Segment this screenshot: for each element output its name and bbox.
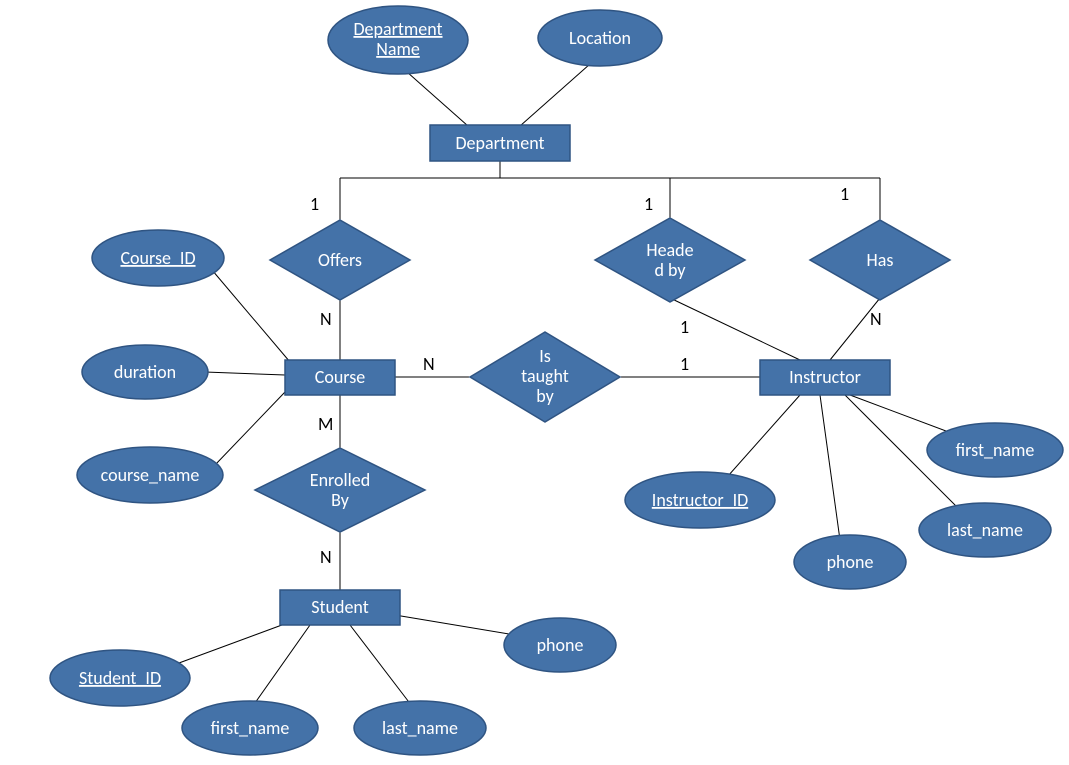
svg-text:By: By [331, 489, 350, 511]
attr-course-id: Course_ID [92, 230, 224, 286]
svg-text:Instructor_ID: Instructor_ID [652, 489, 748, 511]
svg-text:duration: duration [114, 361, 176, 383]
rel-offers: Offers [270, 220, 410, 300]
svg-text:taught: taught [521, 365, 569, 387]
svg-text:Heade: Heade [646, 239, 693, 261]
attr-student-id: Student_ID [50, 650, 190, 706]
svg-text:Student: Student [311, 596, 369, 618]
attr-student-phone: phone [504, 618, 616, 672]
svg-text:Location: Location [569, 27, 631, 49]
svg-text:last_name: last_name [382, 717, 458, 739]
svg-text:Instructor: Instructor [789, 366, 861, 388]
svg-text:Name: Name [376, 38, 420, 60]
attr-course-name: course_name [77, 447, 223, 503]
svg-text:course_name: course_name [101, 464, 200, 486]
conn-course-coursename [215, 392, 285, 465]
svg-text:d by: d by [654, 259, 686, 281]
conn-course-duration [205, 372, 285, 375]
attr-instructor-id: Instructor_ID [625, 472, 775, 528]
conn-headed-instr [670, 298, 800, 360]
entity-course: Course [285, 360, 395, 395]
svg-text:Department: Department [455, 132, 544, 154]
svg-text:Has: Has [867, 249, 894, 271]
card-taught-instr: 1 [680, 353, 689, 375]
attr-location: Location [538, 10, 662, 66]
card-course-enrolled: M [318, 413, 333, 435]
attr-student-last-name: last_name [354, 701, 486, 755]
conn-course-courseid [212, 270, 290, 362]
entity-instructor: Instructor [760, 360, 890, 395]
card-dep-offers: 1 [310, 193, 319, 215]
card-dep-headed: 1 [644, 193, 653, 215]
attr-student-first-name: first_name [182, 701, 318, 755]
attr-instructor-phone: phone [794, 535, 906, 589]
er-diagram: 1 N 1 1 1 N N 1 M N Department Name Loca… [0, 0, 1069, 765]
rel-is-taught-by: Is taught by [470, 332, 620, 422]
conn-stud-first [250, 625, 310, 710]
entity-student: Student [280, 590, 400, 625]
svg-text:first_name: first_name [956, 439, 1035, 461]
svg-text:Enrolled: Enrolled [310, 469, 370, 491]
svg-text:phone: phone [827, 551, 874, 573]
svg-text:first_name: first_name [211, 717, 290, 739]
svg-text:Course_ID: Course_ID [120, 247, 195, 269]
svg-text:by: by [536, 385, 554, 407]
card-headed-instr: 1 [680, 316, 689, 338]
conn-dept-location [520, 64, 590, 126]
rel-has: Has [810, 220, 950, 300]
card-has-instr: N [870, 308, 882, 330]
svg-text:Student_ID: Student_ID [79, 667, 161, 689]
card-offers-course: N [320, 308, 332, 330]
attr-duration: duration [82, 345, 208, 399]
rel-enrolled-by: Enrolled By [255, 448, 425, 532]
rel-headed-by: Heade d by [595, 218, 745, 302]
conn-stud-last [350, 625, 415, 710]
attr-instructor-first-name: first_name [927, 423, 1063, 477]
card-course-taught: N [423, 353, 435, 375]
attr-department-name: Department Name [328, 6, 468, 74]
svg-text:Is: Is [539, 345, 551, 367]
svg-text:phone: phone [537, 634, 584, 656]
conn-instr-phone [820, 395, 840, 540]
card-enrolled-student: N [320, 546, 332, 568]
entity-department: Department [430, 125, 570, 161]
conn-instr-id [720, 395, 800, 485]
svg-text:Offers: Offers [318, 249, 362, 271]
card-dep-has: 1 [840, 183, 849, 205]
svg-text:Course: Course [315, 366, 366, 388]
svg-text:Department: Department [353, 18, 442, 40]
attr-instructor-last-name: last_name [919, 503, 1051, 557]
svg-text:last_name: last_name [947, 519, 1023, 541]
